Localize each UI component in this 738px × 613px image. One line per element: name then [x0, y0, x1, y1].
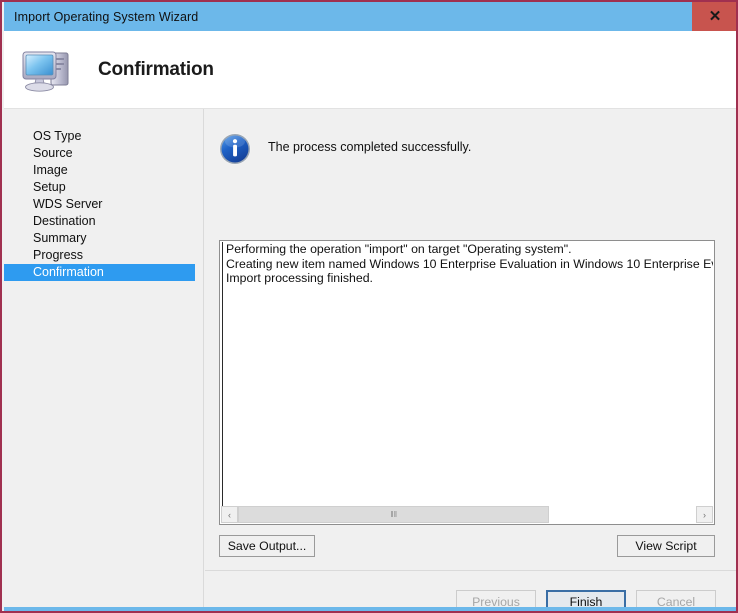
- wizard-step-sidebar: OS Type Source Image Setup WDS Server De…: [4, 109, 204, 611]
- output-log-text[interactable]: Performing the operation "import" on tar…: [222, 242, 713, 506]
- header-banner: Confirmation: [4, 31, 736, 109]
- titlebar: Import Operating System Wizard ✕: [4, 2, 736, 31]
- close-icon: ✕: [708, 8, 722, 25]
- body-area: OS Type Source Image Setup WDS Server De…: [4, 109, 736, 611]
- output-log-box[interactable]: Performing the operation "import" on tar…: [219, 240, 715, 525]
- sidebar-item-progress[interactable]: Progress: [4, 247, 203, 264]
- view-script-button[interactable]: View Script: [617, 535, 715, 557]
- close-button[interactable]: ✕: [692, 2, 736, 31]
- sidebar-item-setup[interactable]: Setup: [4, 179, 203, 196]
- sidebar-item-confirmation[interactable]: Confirmation: [4, 264, 195, 281]
- scroll-right-arrow-icon[interactable]: ›: [696, 506, 713, 523]
- page-title: Confirmation: [98, 58, 214, 80]
- sidebar-item-os-type[interactable]: OS Type: [4, 128, 203, 145]
- status-row: The process completed successfully.: [217, 131, 471, 167]
- save-output-button[interactable]: Save Output...: [219, 535, 315, 557]
- horizontal-scrollbar[interactable]: ‹ ‖‖ ›: [221, 506, 713, 523]
- output-line: Import processing finished.: [226, 271, 373, 285]
- scrollbar-track[interactable]: ‖‖: [238, 506, 696, 523]
- import-operating-system-wizard-window: Import Operating System Wizard ✕ Confirm…: [0, 0, 738, 613]
- scrollbar-grip-icon: ‖‖: [390, 509, 398, 519]
- status-message: The process completed successfully.: [268, 140, 472, 154]
- sidebar-item-wds-server[interactable]: WDS Server: [4, 196, 203, 213]
- sidebar-item-destination[interactable]: Destination: [4, 213, 203, 230]
- computer-icon: [18, 44, 76, 96]
- output-line: Creating new item named Windows 10 Enter…: [226, 256, 713, 271]
- info-icon: [217, 131, 253, 167]
- sidebar-item-image[interactable]: Image: [4, 162, 203, 179]
- bottom-accent-strip: [4, 607, 736, 611]
- scroll-left-arrow-icon[interactable]: ‹: [221, 506, 238, 523]
- window-title: Import Operating System Wizard: [14, 9, 199, 24]
- sidebar-item-summary[interactable]: Summary: [4, 230, 203, 247]
- client-area: Confirmation OS Type Source Image Setup …: [4, 31, 736, 611]
- content-panel: The process completed successfully. Perf…: [205, 109, 736, 611]
- footer-separator: [205, 570, 736, 571]
- sidebar-item-source[interactable]: Source: [4, 145, 203, 162]
- output-line: Performing the operation "import" on tar…: [226, 242, 572, 256]
- scrollbar-thumb[interactable]: ‖‖: [238, 506, 550, 523]
